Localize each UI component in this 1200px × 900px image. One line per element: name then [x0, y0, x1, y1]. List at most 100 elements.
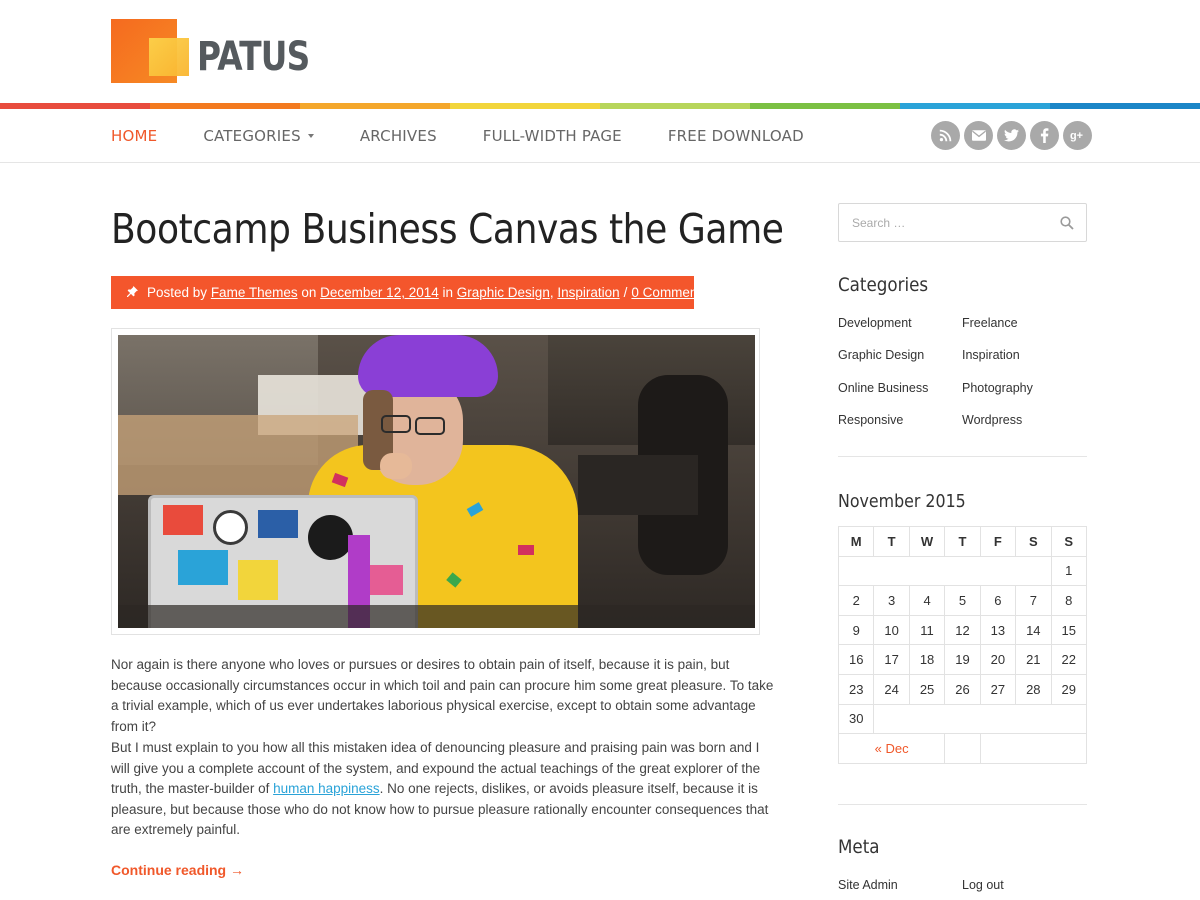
- calendar-week: 30: [837, 703, 1087, 735]
- calendar-week: 1: [838, 555, 1088, 587]
- featured-image[interactable]: [118, 335, 755, 628]
- search-icon[interactable]: [1060, 216, 1074, 235]
- social-links: g+: [931, 121, 1092, 150]
- calendar-day: 9: [837, 614, 875, 646]
- calendar-day: 17: [873, 644, 910, 675]
- twitter-icon[interactable]: [997, 121, 1026, 150]
- meta-widget-title: Meta: [838, 836, 880, 858]
- featured-image-frame: [111, 328, 760, 635]
- calendar-day: 7: [1015, 585, 1052, 616]
- weekday-header: W: [908, 526, 946, 557]
- category-link[interactable]: Inspiration: [962, 348, 1020, 362]
- calendar-weekdays: M T W T F S S: [837, 526, 1088, 557]
- category-link-inspiration[interactable]: Inspiration: [557, 285, 619, 300]
- calendar-day: 26: [944, 673, 981, 705]
- rss-icon[interactable]: [931, 121, 960, 150]
- calendar-week: 16 17 18 19 20 21 22: [837, 644, 1088, 675]
- weekday-header: M: [837, 526, 875, 557]
- calendar-week: 2 3 4 5 6 7 8: [837, 585, 1088, 616]
- category-link[interactable]: Photography: [962, 381, 1033, 395]
- calendar-day: 10: [873, 614, 910, 646]
- calendar-day: 30: [837, 703, 875, 735]
- divider: [838, 456, 1087, 457]
- facebook-icon[interactable]: [1030, 121, 1059, 150]
- calendar-day: 25: [908, 673, 946, 705]
- calendar-day: 24: [873, 673, 910, 705]
- human-happiness-link[interactable]: human happiness: [273, 781, 380, 796]
- calendar-day: 14: [1015, 614, 1052, 646]
- nav-item-full-width-page[interactable]: FULL-WIDTH PAGE: [483, 127, 622, 145]
- calendar-nav: « Dec: [837, 733, 1088, 764]
- post-meta: Posted by Fame Themes on December 12, 20…: [111, 276, 701, 309]
- category-link[interactable]: Freelance: [962, 316, 1018, 330]
- calendar-day: 1: [1050, 555, 1088, 587]
- continue-reading-link[interactable]: Continue reading →: [111, 862, 244, 878]
- post-paragraph-1: Nor again is there anyone who loves or p…: [111, 657, 774, 734]
- search-box: [838, 203, 1087, 242]
- calendar-day: 20: [979, 644, 1017, 675]
- calendar-day: 23: [837, 673, 875, 705]
- nav-item-free-download[interactable]: FREE DOWNLOAD: [668, 127, 804, 145]
- calendar-next-pad: [979, 733, 1088, 764]
- calendar-day: 28: [1015, 673, 1052, 705]
- calendar-pad: [873, 703, 1087, 735]
- calendar-prev-link[interactable]: « Dec: [837, 733, 946, 764]
- category-link-graphic-design[interactable]: Graphic Design: [457, 285, 550, 300]
- calendar: M T W T F S S 1 2 3 4 5 6 7 8 9 10 11 12…: [837, 526, 1088, 764]
- calendar-day: 3: [873, 585, 910, 616]
- chevron-down-icon: [307, 134, 314, 138]
- pin-icon: [127, 285, 138, 300]
- calendar-day: 19: [944, 644, 981, 675]
- calendar-day: 22: [1050, 644, 1088, 675]
- calendar-pad: [838, 555, 1052, 587]
- calendar-day: 27: [979, 673, 1017, 705]
- calendar-day: 16: [837, 644, 875, 675]
- calendar-day: 5: [944, 585, 981, 616]
- calendar-day: 21: [1015, 644, 1052, 675]
- category-link[interactable]: Wordpress: [962, 413, 1022, 427]
- category-link[interactable]: Online Business: [838, 381, 928, 395]
- category-link[interactable]: Graphic Design: [838, 348, 924, 362]
- divider: [838, 804, 1087, 805]
- logout-link[interactable]: Log out: [962, 878, 1004, 892]
- category-link[interactable]: Development: [838, 316, 912, 330]
- author-link[interactable]: Fame Themes: [211, 285, 298, 300]
- nav-item-categories[interactable]: CATEGORIES: [203, 127, 314, 145]
- calendar-day: 29: [1050, 673, 1088, 705]
- weekday-header: T: [873, 526, 910, 557]
- weekday-header: T: [944, 526, 981, 557]
- nav-item-archives[interactable]: ARCHIVES: [360, 127, 437, 145]
- date-link[interactable]: December 12, 2014: [320, 285, 439, 300]
- weekday-header: S: [1015, 526, 1052, 557]
- nav-menu: HOME CATEGORIES ARCHIVES FULL-WIDTH PAGE…: [111, 109, 850, 163]
- google-plus-icon[interactable]: g+: [1063, 121, 1092, 150]
- calendar-pad: [944, 733, 981, 764]
- nav-item-home[interactable]: HOME: [111, 127, 157, 145]
- logo-mark: [111, 18, 189, 84]
- calendar-day: 13: [979, 614, 1017, 646]
- calendar-day: 15: [1050, 614, 1088, 646]
- weekday-header: F: [979, 526, 1017, 557]
- site-admin-link[interactable]: Site Admin: [838, 878, 898, 892]
- calendar-day: 12: [944, 614, 981, 646]
- categories-widget-title: Categories: [838, 274, 929, 296]
- search-input[interactable]: [839, 204, 1086, 241]
- calendar-week: 9 10 11 12 13 14 15: [837, 614, 1088, 646]
- calendar-day: 6: [979, 585, 1017, 616]
- calendar-day: 11: [908, 614, 946, 646]
- site-logo[interactable]: PATUS: [111, 18, 310, 84]
- category-link[interactable]: Responsive: [838, 413, 903, 427]
- comments-link[interactable]: 0 Comment: [631, 285, 701, 300]
- calendar-title: November 2015: [838, 491, 966, 512]
- calendar-day: 18: [908, 644, 946, 675]
- calendar-week: 23 24 25 26 27 28 29: [837, 673, 1088, 705]
- svg-text:g+: g+: [1070, 130, 1083, 142]
- post-paragraph-2: But I must explain to you how all this m…: [111, 740, 769, 837]
- calendar-day: 4: [908, 585, 946, 616]
- main-nav: HOME CATEGORIES ARCHIVES FULL-WIDTH PAGE…: [0, 109, 1200, 163]
- logo-text: PATUS: [197, 34, 310, 80]
- post-title[interactable]: Bootcamp Business Canvas the Game: [111, 205, 784, 253]
- weekday-header: S: [1050, 526, 1088, 557]
- calendar-day: 8: [1050, 585, 1088, 616]
- email-icon[interactable]: [964, 121, 993, 150]
